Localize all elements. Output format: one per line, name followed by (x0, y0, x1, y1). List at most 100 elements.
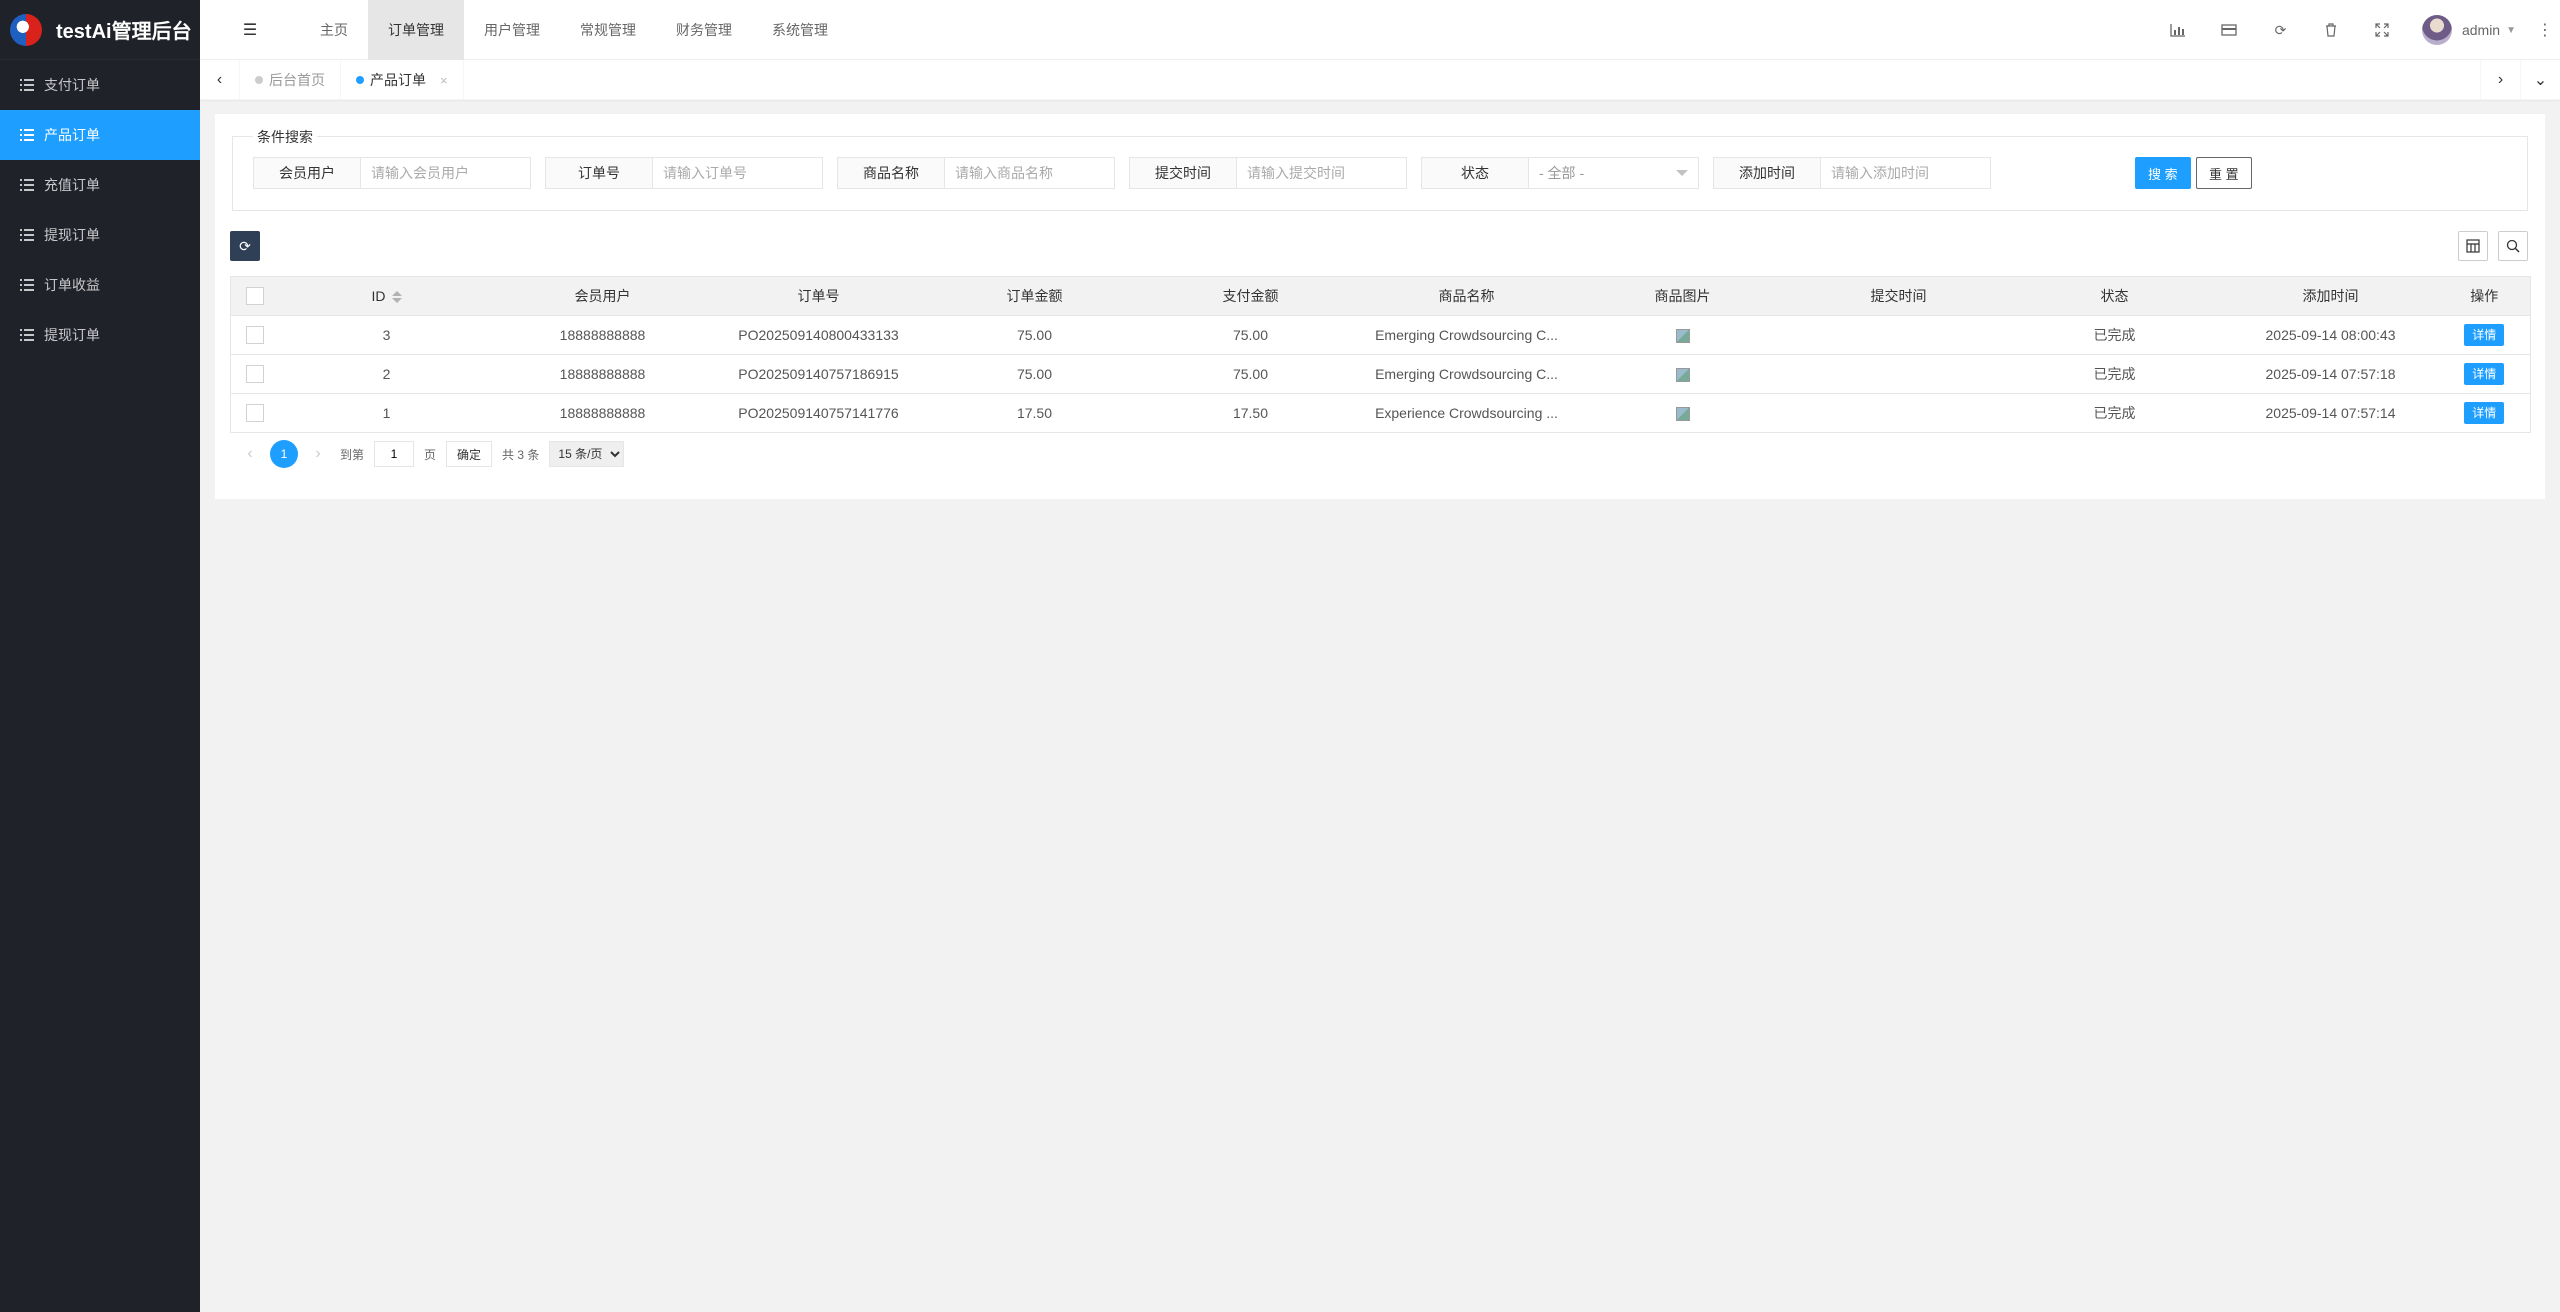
cell-add-time: 2025-09-14 08:00:43 (2222, 315, 2439, 355)
cell-image (1574, 393, 1791, 433)
field-label: 订单号 (545, 157, 653, 189)
cell-product: Experience Crowdsourcing ... (1358, 393, 1575, 433)
page-tabs: 后台首页 产品订单 × (240, 60, 464, 100)
topnav-orders[interactable]: 订单管理 (368, 0, 464, 60)
table-row: 2 18888888888 PO202509140757186915 75.00… (230, 354, 2531, 394)
chevron-left-icon[interactable]: ‹ (200, 60, 240, 100)
cell-product: Emerging Crowdsourcing C... (1358, 354, 1575, 394)
page-unit: 页 (424, 447, 437, 462)
sidebar-item-order-income[interactable]: 订单收益 (0, 260, 200, 310)
list-icon (20, 79, 34, 91)
table-refresh-button[interactable]: ⟳ (230, 231, 260, 261)
broken-image-icon[interactable] (1675, 329, 1690, 344)
sidebar-item-withdraw-orders[interactable]: 提现订单 (0, 210, 200, 260)
list-icon (20, 129, 34, 141)
column-header-id[interactable]: ID (278, 276, 495, 316)
broken-image-icon[interactable] (1675, 368, 1690, 383)
user-input[interactable] (361, 157, 531, 189)
goto-ok-button[interactable]: 确定 (446, 441, 493, 467)
page-size-select[interactable]: 15 条/页 (549, 441, 625, 467)
topnav-system[interactable]: 系统管理 (752, 0, 848, 60)
detail-button[interactable]: 详情 (2464, 324, 2505, 346)
field-label: 商品名称 (837, 157, 945, 189)
cell-action: 详情 (2438, 354, 2531, 394)
chevron-down-icon: ▼ (2506, 24, 2516, 36)
chevron-right-icon[interactable]: › (2480, 60, 2520, 100)
order-no-input[interactable] (653, 157, 823, 189)
more-vertical-icon[interactable]: ⋮ (2530, 0, 2560, 60)
sidebar-item-label: 订单收益 (44, 277, 100, 293)
topnav-home[interactable]: 主页 (300, 0, 368, 60)
sidebar-item-label: 提现订单 (44, 227, 100, 243)
row-checkbox[interactable] (245, 404, 264, 423)
field-label: 添加时间 (1713, 157, 1821, 189)
close-icon[interactable]: × (440, 73, 448, 88)
cell-order-amount: 75.00 (926, 354, 1143, 394)
topnav-users[interactable]: 用户管理 (464, 0, 560, 60)
fullscreen-icon[interactable] (2357, 0, 2408, 60)
sort-icon[interactable] (391, 291, 402, 304)
field-label: 会员用户 (253, 157, 361, 189)
dot-icon (356, 76, 364, 84)
broken-image-icon[interactable] (1675, 407, 1690, 422)
search-field-user: 会员用户 (253, 157, 531, 189)
chevron-left-icon[interactable]: ‹ (240, 445, 260, 463)
search-icon[interactable] (2498, 231, 2528, 261)
user-menu[interactable]: admin ▼ (2408, 0, 2530, 60)
submit-time-input[interactable] (1237, 157, 1407, 189)
cell-id: 1 (278, 393, 495, 433)
topnav-finance[interactable]: 财务管理 (656, 0, 752, 60)
search-button[interactable]: 搜 索 (2135, 157, 2191, 189)
cell-user: 18888888888 (494, 354, 711, 394)
list-icon (20, 179, 34, 191)
search-panel: 条件搜索 会员用户 订单号 商品名称 提交时间 状态 - 全部 - 添加时间 (232, 127, 2528, 211)
status-select[interactable]: - 全部 - (1529, 157, 1699, 189)
column-header: 添加时间 (2222, 276, 2439, 316)
columns-icon[interactable] (2458, 231, 2488, 261)
cell-add-time: 2025-09-14 07:57:18 (2222, 354, 2439, 394)
main-content: 条件搜索 会员用户 订单号 商品名称 提交时间 状态 - 全部 - 添加时间 (215, 114, 2545, 499)
chevron-down-icon[interactable]: ⌄ (2520, 60, 2560, 100)
total-count: 共 3 条 (502, 447, 540, 462)
detail-button[interactable]: 详情 (2464, 402, 2505, 424)
cell-id: 2 (278, 354, 495, 394)
cell-order-no: PO202509140757141776 (710, 393, 927, 433)
topnav-general[interactable]: 常规管理 (560, 0, 656, 60)
trash-icon[interactable] (2306, 0, 2357, 60)
sidebar-item-withdraw-orders-2[interactable]: 提现订单 (0, 310, 200, 360)
tab-home[interactable]: 后台首页 (240, 60, 341, 100)
cell-status: 已完成 (2006, 315, 2223, 355)
sidebar-item-recharge-orders[interactable]: 充值订单 (0, 160, 200, 210)
tab-product-orders[interactable]: 产品订单 × (341, 60, 464, 100)
product-name-input[interactable] (945, 157, 1115, 189)
list-icon (20, 279, 34, 291)
top-header: ☰ 主页 订单管理 用户管理 常规管理 财务管理 系统管理 ⟳ admin ▼ … (200, 0, 2560, 60)
sidebar-item-label: 提现订单 (44, 327, 100, 343)
cell-pay-amount: 75.00 (1142, 315, 1359, 355)
detail-button[interactable]: 详情 (2464, 363, 2505, 385)
add-time-input[interactable] (1821, 157, 1991, 189)
sidebar-item-pay-orders[interactable]: 支付订单 (0, 60, 200, 110)
select-all-checkbox[interactable] (245, 287, 264, 306)
refresh-icon[interactable]: ⟳ (2255, 0, 2306, 60)
menu-toggle-icon[interactable]: ☰ (200, 0, 300, 60)
pagination: ‹ 1 › 到第 页 确定 共 3 条 15 条/页 (240, 440, 625, 468)
chevron-right-icon[interactable]: › (308, 445, 328, 463)
logo-area[interactable]: testAi管理后台 (0, 0, 200, 60)
page-current[interactable]: 1 (270, 440, 298, 468)
card-icon[interactable] (2204, 0, 2255, 60)
sidebar-item-product-orders[interactable]: 产品订单 (0, 110, 200, 160)
top-nav: 主页 订单管理 用户管理 常规管理 财务管理 系统管理 (300, 0, 848, 60)
column-header: 支付金额 (1142, 276, 1359, 316)
sidebar-item-label: 产品订单 (44, 127, 100, 143)
goto-label: 到第 (340, 447, 365, 462)
table-row: 3 18888888888 PO202509140800433133 75.00… (230, 315, 2531, 355)
header-checkbox-cell (230, 276, 279, 316)
chart-icon[interactable] (2153, 0, 2204, 60)
cell-id: 3 (278, 315, 495, 355)
cell-order-no: PO202509140757186915 (710, 354, 927, 394)
row-checkbox[interactable] (245, 326, 264, 345)
reset-button[interactable]: 重 置 (2196, 157, 2252, 189)
goto-page-input[interactable] (374, 441, 415, 467)
row-checkbox[interactable] (245, 365, 264, 384)
